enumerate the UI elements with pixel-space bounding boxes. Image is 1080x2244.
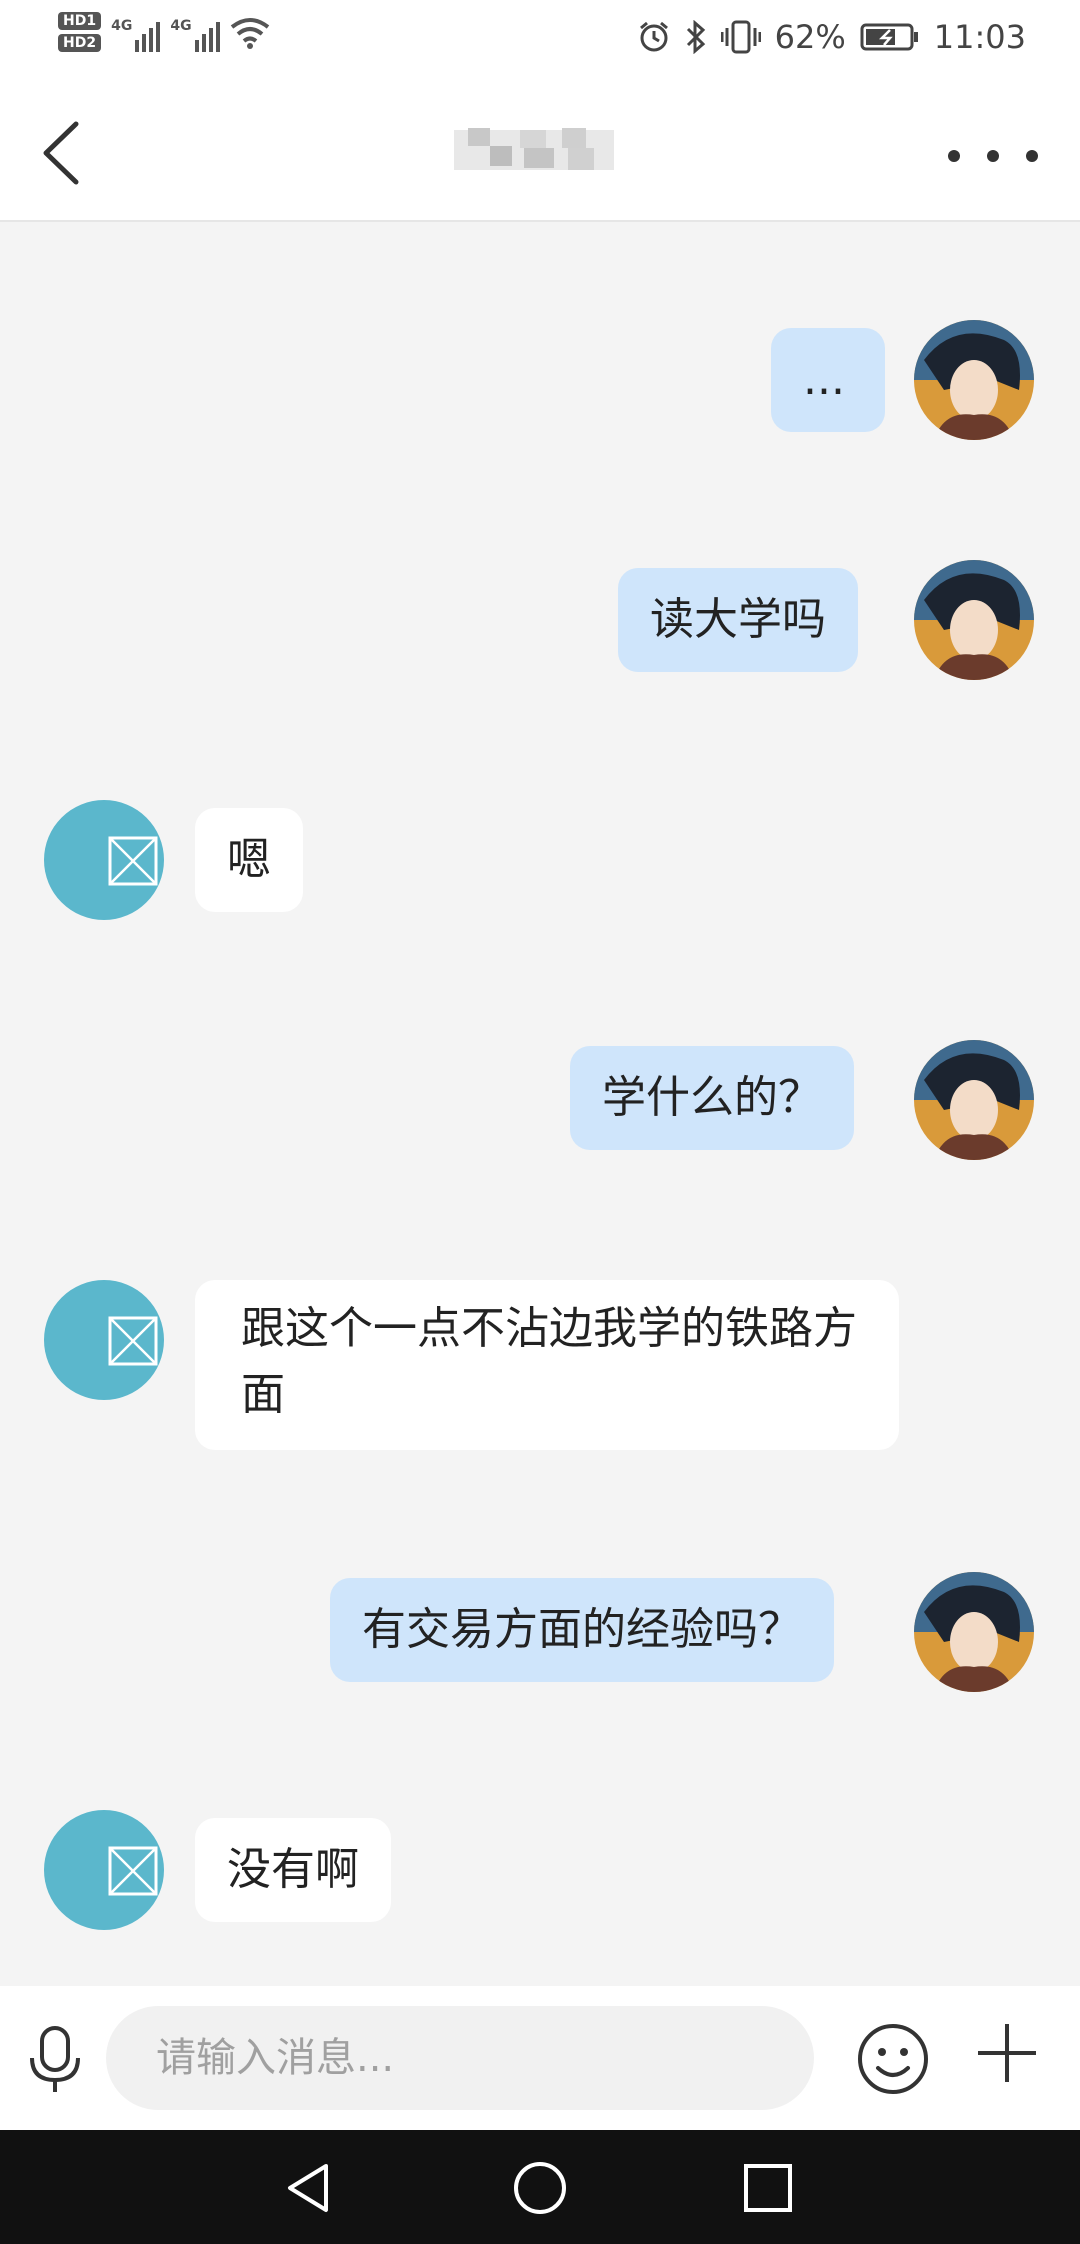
message-bubble-sent[interactable]: 学什么的？ [570,1046,854,1150]
hd2-badge: HD2 [58,34,102,52]
vibrate-icon [720,20,761,54]
my-avatar[interactable] [914,1572,1034,1692]
image-placeholder-icon [108,1846,158,1896]
my-avatar[interactable] [914,560,1034,680]
my-avatar[interactable] [914,320,1034,440]
battery-charging-icon [860,23,918,51]
contact-avatar[interactable] [44,1280,164,1400]
battery-percent: 62% [774,18,846,56]
alarm-icon [639,21,668,52]
avatar-image [914,320,1034,440]
plus-icon[interactable] [976,2022,1038,2084]
message-bubble-sent[interactable]: 读大学吗 [618,568,858,672]
network-type-1: 4G [111,18,133,34]
contact-name-blurred [454,128,614,170]
back-triangle-icon[interactable] [282,2160,338,2216]
image-placeholder-icon [108,1316,158,1366]
home-circle-icon[interactable] [512,2160,568,2216]
signal-icon: 4G [111,12,161,52]
message-input-bar [0,1986,1080,2130]
message-bubble-sent[interactable]: 有交易方面的经验吗？ [330,1578,834,1682]
message-bubble-received[interactable]: 跟这个一点不沾边我学的铁路方面 [195,1280,899,1450]
hd1-badge: HD1 [58,12,102,30]
emoji-icon[interactable] [856,2022,930,2096]
status-bar: HD1 HD2 4G 4G 62% 11:03 [0,0,1080,80]
avatar-image [914,1572,1034,1692]
clock: 11:03 [933,18,1026,56]
message-bubble-received[interactable]: 没有啊 [195,1818,391,1922]
message-bubble-received[interactable]: 嗯 [195,808,303,912]
avatar-image [914,560,1034,680]
system-navigation-bar [0,2130,1080,2244]
recents-square-icon[interactable] [740,2160,796,2216]
network-type-2: 4G [170,18,192,34]
bluetooth-icon [686,20,705,54]
chevron-left-icon[interactable] [34,118,96,188]
my-avatar[interactable] [914,1040,1034,1160]
avatar-image [914,1040,1034,1160]
message-bubble-sent[interactable]: ... [771,328,885,432]
chat-header [0,80,1080,222]
contact-avatar[interactable] [44,1810,164,1930]
message-input[interactable] [106,2006,814,2110]
microphone-icon[interactable] [22,2024,88,2094]
image-placeholder-icon [108,836,158,886]
hd-indicator: HD1 HD2 [58,12,102,52]
contact-avatar[interactable] [44,800,164,920]
more-horizontal-icon[interactable] [948,136,1038,176]
wifi-icon [230,18,269,49]
signal-icon: 4G [170,12,220,52]
